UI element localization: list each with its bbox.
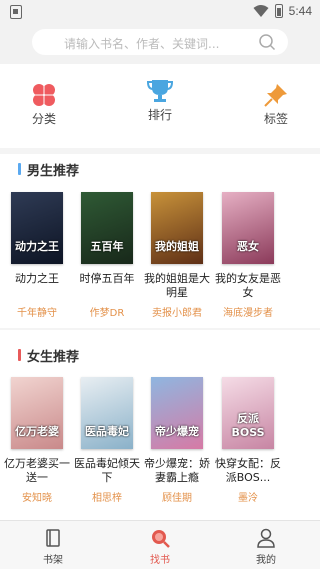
- profile-icon: [257, 528, 275, 548]
- book-title: 帝少爆宠：娇妻霸上瘾: [144, 457, 210, 484]
- book-card[interactable]: 医品毒妃医品毒妃倾天下相思梓: [74, 377, 140, 505]
- book-card[interactable]: 反派BOSS 快穿女配：反派BOS... 墨泠: [215, 377, 281, 505]
- book-cover[interactable]: 动力之王: [11, 192, 63, 264]
- book-cover-title: 帝少爆宠: [155, 425, 199, 438]
- search-input[interactable]: 请输入书名、作者、关键词...: [32, 29, 288, 55]
- category-row: 分类 排行 标签: [0, 78, 320, 144]
- book-cover[interactable]: 亿万老婆: [11, 377, 63, 449]
- wifi-icon: [253, 5, 269, 17]
- book-title: 医品毒妃倾天下: [74, 457, 140, 484]
- book-cover-title: 亿万老婆: [15, 425, 59, 438]
- category-item-classify[interactable]: 分类: [9, 78, 79, 144]
- book-title: 亿万老婆买一送一: [4, 457, 70, 484]
- bookshelf-icon: [46, 529, 60, 547]
- book-title: 我的女友是恶女: [215, 272, 281, 299]
- book-title: 动力之王: [15, 272, 59, 285]
- book-cover[interactable]: 帝少爆宠: [151, 377, 203, 449]
- section-title-female: 女生推荐: [18, 348, 80, 365]
- section-title-text: 女生推荐: [27, 349, 80, 365]
- section-title-text: 男生推荐: [27, 163, 80, 179]
- book-title: 快穿女配：反派BOS...: [215, 457, 281, 484]
- tab-bookshelf[interactable]: 书架: [23, 527, 83, 567]
- book-cover-title: 反派BOSS: [231, 412, 265, 439]
- category-label: 标签: [263, 112, 288, 126]
- book-card[interactable]: 帝少爆宠帝少爆宠：娇妻霸上瘾顾佳期: [144, 377, 210, 505]
- book-card[interactable]: 恶女我的女友是恶女海底漫步者: [215, 192, 281, 320]
- status-bar: 5:44: [0, 0, 320, 24]
- book-author: 顾佳期: [162, 493, 192, 504]
- book-card[interactable]: 我的姐姐我的姐姐是大明星卖报小郎君: [144, 192, 210, 320]
- tab-profile[interactable]: 我的: [236, 527, 296, 567]
- tab-label: 找书: [150, 555, 170, 566]
- book-cover-title: 动力之王: [15, 240, 59, 253]
- main-content: 分类 排行 标签 男生推荐 动力之王 动力之王 千年静守 五百年 时停五百年 作梦DR 我的…: [0, 64, 320, 520]
- divider: [0, 148, 320, 154]
- book-cover[interactable]: 反派BOSS: [222, 377, 274, 449]
- book-card[interactable]: 动力之王 动力之王 千年静守: [4, 192, 70, 320]
- category-item-ranking[interactable]: 排行: [125, 74, 195, 140]
- tab-find-book[interactable]: 找书: [130, 527, 190, 567]
- search-area: 请输入书名、作者、关键词...: [0, 24, 320, 64]
- search-placeholder: 请输入书名、作者、关键词...: [64, 37, 220, 51]
- book-card[interactable]: 亿万老婆亿万老婆买一送一安知晓: [4, 377, 70, 505]
- book-author: 千年静守: [17, 308, 57, 319]
- book-cover-title: 恶女: [237, 240, 259, 253]
- search-icon[interactable]: [258, 33, 276, 51]
- book-cover[interactable]: 五百年: [81, 192, 133, 264]
- book-author: 安知晓: [22, 493, 52, 504]
- bottom-tab-bar: 书架 找书 我的: [0, 520, 320, 569]
- book-title: 我的姐姐是大明星: [144, 272, 210, 299]
- book-cover[interactable]: 医品毒妃: [81, 377, 133, 449]
- book-cover[interactable]: 我的姐姐: [151, 192, 203, 264]
- pin-icon: [264, 84, 287, 107]
- section-accent-bar: [18, 163, 21, 175]
- book-cover[interactable]: 恶女: [222, 192, 274, 264]
- book-author: 海底漫步者: [223, 308, 273, 319]
- book-title: 时停五百年: [79, 272, 135, 285]
- clover-icon: [33, 84, 55, 106]
- category-label: 分类: [31, 112, 56, 126]
- category-item-tags[interactable]: 标签: [241, 78, 311, 144]
- section-accent-bar: [18, 349, 21, 361]
- find-book-icon: [152, 530, 170, 548]
- tab-label: 我的: [256, 555, 276, 566]
- tab-label: 书架: [43, 555, 63, 566]
- category-label: 排行: [147, 108, 172, 122]
- book-card[interactable]: 五百年时停五百年作梦DR: [74, 192, 140, 320]
- book-author: 作梦DR: [89, 308, 125, 319]
- trophy-icon: [146, 80, 174, 102]
- divider: [0, 328, 320, 330]
- battery-icon: [274, 4, 283, 18]
- app-notification-icon: [10, 5, 22, 19]
- book-cover-title: 医品毒妃: [85, 425, 129, 438]
- book-cover-title: 五百年: [90, 240, 124, 253]
- book-author: 墨泠: [238, 493, 258, 504]
- book-author: 相思梓: [92, 493, 122, 504]
- book-cover-title: 我的姐姐: [155, 240, 199, 253]
- section-title-male: 男生推荐: [18, 162, 80, 179]
- status-time: 5:44: [288, 4, 312, 18]
- book-author: 卖报小郎君: [152, 308, 202, 319]
